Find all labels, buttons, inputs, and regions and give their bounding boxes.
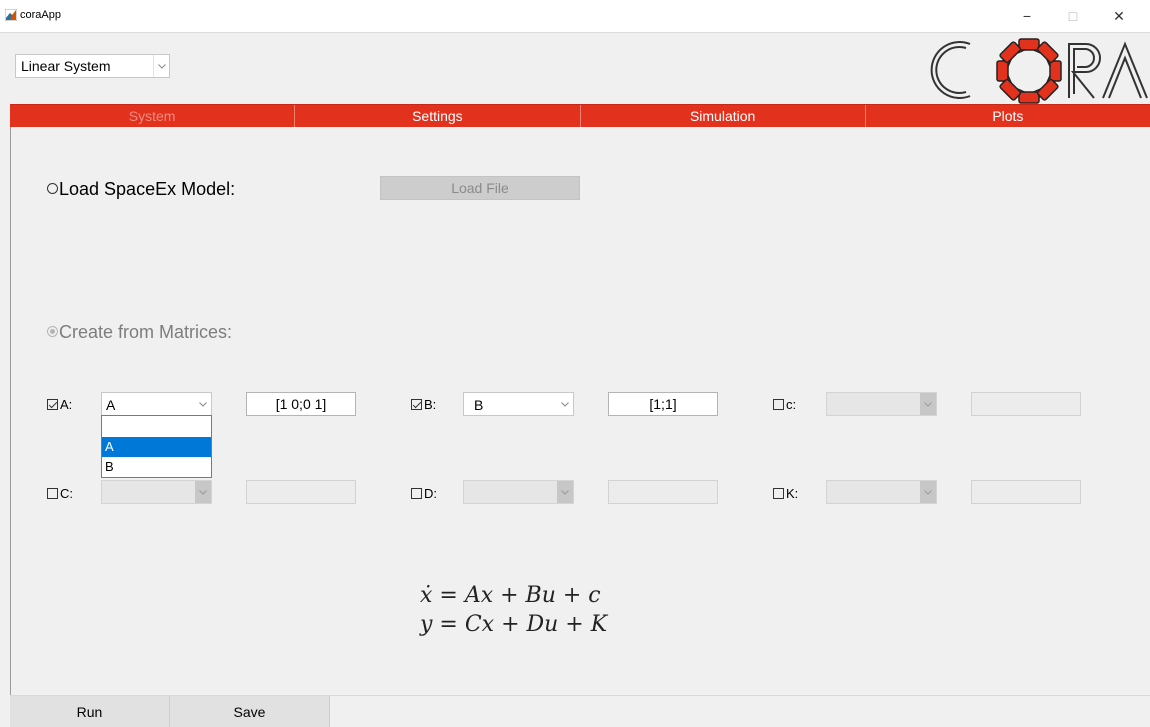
matrix-d-dropdown[interactable]: [463, 480, 574, 504]
matrix-b-dropdown[interactable]: B: [463, 392, 574, 416]
matrix-b-field[interactable]: [1;1]: [608, 392, 718, 416]
matrix-c-lower-label: c:: [786, 397, 797, 412]
tab-simulation[interactable]: Simulation: [581, 105, 866, 127]
minimize-button[interactable]: −: [1004, 4, 1050, 28]
tab-settings[interactable]: Settings: [295, 105, 581, 127]
matrix-d-field[interactable]: [608, 480, 718, 504]
chevron-down-icon: [195, 393, 211, 415]
matrix-c-lower-checkbox[interactable]: c:: [773, 397, 796, 412]
matrix-d-checkbox[interactable]: D:: [411, 486, 437, 501]
checkbox-unchecked-icon: [411, 488, 422, 499]
checkbox-checked-icon: [47, 399, 58, 410]
tab-system[interactable]: System: [10, 105, 296, 127]
create-from-matrices-label: Create from Matrices:: [59, 322, 233, 342]
matrix-c-lower-field[interactable]: [971, 392, 1081, 416]
matrix-k-field[interactable]: [971, 480, 1081, 504]
cora-logo: [930, 38, 1148, 104]
minimize-icon: −: [1022, 8, 1032, 24]
matrix-k-checkbox[interactable]: K:: [773, 486, 798, 501]
maximize-icon: □: [1068, 8, 1078, 24]
run-button[interactable]: Run: [10, 696, 170, 727]
matrix-b-checkbox[interactable]: B:: [411, 397, 436, 412]
load-file-button[interactable]: Load File: [380, 176, 580, 200]
window-title: coraApp: [20, 9, 61, 21]
matrix-c-label: C:: [60, 486, 73, 501]
matrix-a-selected: A: [106, 397, 116, 413]
dropdown-option-a[interactable]: A: [102, 437, 211, 457]
chevron-down-icon: [920, 393, 936, 415]
radio-selected-icon: [47, 326, 58, 337]
load-spaceex-label: Load SpaceEx Model:: [59, 179, 236, 199]
matrix-c-dropdown[interactable]: [101, 480, 212, 504]
create-from-matrices-radio[interactable]: Create from Matrices:: [47, 322, 232, 343]
chevron-down-icon: [195, 481, 211, 503]
matrix-c-field[interactable]: [246, 480, 356, 504]
matrix-a-field[interactable]: [1 0;0 1]: [246, 392, 356, 416]
matrix-c-checkbox[interactable]: C:: [47, 486, 73, 501]
matrix-b-selected: B: [474, 397, 484, 413]
matrix-a-options-list: A B: [101, 415, 212, 478]
checkbox-unchecked-icon: [47, 488, 58, 499]
matrix-d-label: D:: [424, 486, 437, 501]
tab-bar: System Settings Simulation Plots: [10, 104, 1150, 127]
tab-plots[interactable]: Plots: [866, 105, 1150, 127]
close-button[interactable]: ✕: [1096, 4, 1142, 28]
maximize-button[interactable]: □: [1050, 4, 1096, 28]
matrix-c-lower-dropdown[interactable]: [826, 392, 937, 416]
matrix-a-label: A:: [60, 397, 73, 412]
window-titlebar: coraApp − □ ✕: [0, 0, 1150, 33]
checkbox-unchecked-icon: [773, 488, 784, 499]
matrix-k-dropdown[interactable]: [826, 480, 937, 504]
chevron-down-icon: [557, 393, 573, 415]
dropdown-option-empty[interactable]: [102, 416, 211, 437]
state-equation: ẋ = Ax + Bu + c: [420, 583, 601, 608]
output-equation: y = Cx + Du + K: [420, 612, 608, 637]
system-type-dropdown[interactable]: Linear System: [15, 54, 170, 78]
load-spaceex-radio[interactable]: Load SpaceEx Model:: [47, 179, 235, 200]
matrix-b-label: B:: [424, 397, 437, 412]
chevron-down-icon: [153, 55, 170, 77]
dropdown-option-b[interactable]: B: [102, 457, 211, 477]
checkbox-unchecked-icon: [773, 399, 784, 410]
save-button[interactable]: Save: [170, 696, 330, 727]
close-icon: ✕: [1113, 7, 1125, 24]
matlab-app-icon: [5, 9, 17, 21]
bottom-toolbar: Run Save: [10, 695, 1150, 727]
matrix-a-checkbox[interactable]: A:: [47, 397, 72, 412]
matrix-a-dropdown[interactable]: A: [101, 392, 212, 416]
chevron-down-icon: [920, 481, 936, 503]
checkbox-checked-icon: [411, 399, 422, 410]
system-type-value: Linear System: [21, 58, 111, 74]
chevron-down-icon: [557, 481, 573, 503]
matrix-k-label: K:: [786, 486, 799, 501]
radio-unselected-icon: [47, 183, 58, 194]
